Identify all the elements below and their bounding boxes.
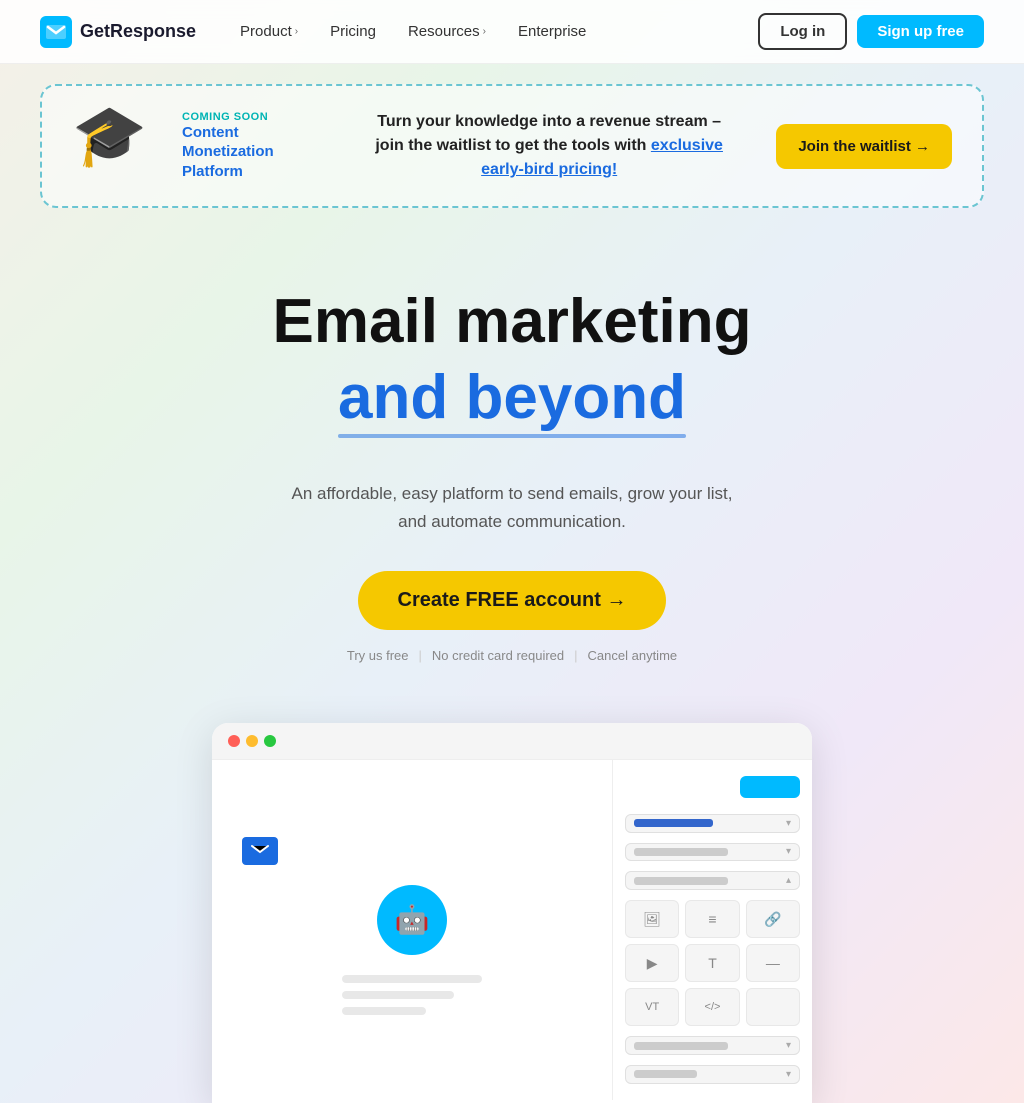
nav-enterprise[interactable]: Enterprise xyxy=(506,15,598,48)
app-field-1[interactable]: ▾ xyxy=(625,814,800,833)
logo-text: GetResponse xyxy=(80,21,196,42)
chevron-down-icon-5: ▾ xyxy=(786,1069,791,1080)
app-body: 🤖 ▾ ▾ xyxy=(212,760,812,1100)
banner-icon-area: 🎓 xyxy=(72,106,162,186)
app-field-4[interactable]: ▾ xyxy=(625,1036,800,1055)
signup-button[interactable]: Sign up free xyxy=(857,15,984,48)
chevron-icon: › xyxy=(483,26,486,37)
banner-description: Turn your knowledge into a revenue strea… xyxy=(342,110,756,182)
grid-btn-code[interactable]: </> xyxy=(685,988,739,1026)
app-field-2[interactable]: ▾ xyxy=(625,843,800,862)
content-line-1 xyxy=(342,975,482,983)
grid-btn-heading[interactable]: T xyxy=(685,944,739,982)
field-text-blue xyxy=(634,819,713,827)
grid-btn-social[interactable]: VT xyxy=(625,988,679,1026)
chevron-down-icon-4: ▾ xyxy=(786,1040,791,1051)
chevron-up-icon: ▴ xyxy=(786,875,791,886)
grid-btn-link[interactable]: 🔗 xyxy=(746,900,800,938)
separator-1: | xyxy=(419,648,422,663)
hero-note: Try us free | No credit card required | … xyxy=(40,648,984,663)
app-content-lines xyxy=(342,975,482,1023)
grid-btn-more[interactable] xyxy=(746,988,800,1026)
field-text-gray xyxy=(634,848,728,856)
logo-icon xyxy=(40,16,72,48)
expand-dot xyxy=(264,735,276,747)
mail-icon xyxy=(242,837,278,865)
platform-title: ContentMonetizationPlatform xyxy=(182,123,322,182)
grid-btn-video[interactable]: ▶ xyxy=(625,944,679,982)
coming-soon-label: COMING SOON xyxy=(182,111,322,123)
app-field-3[interactable]: ▴ xyxy=(625,871,800,890)
hero-note-credit: No credit card required xyxy=(432,648,564,663)
close-dot xyxy=(228,735,240,747)
ai-chip-icon: 🤖 xyxy=(395,903,430,936)
chevron-down-icon: ▾ xyxy=(786,818,791,829)
app-screenshot: 🤖 ▾ ▾ xyxy=(212,723,812,1103)
promo-banner: 🎓 COMING SOON ContentMonetizationPlatfor… xyxy=(40,84,984,208)
app-right-header xyxy=(625,776,800,798)
create-account-button[interactable]: Create FREE account → xyxy=(358,571,667,630)
navbar: GetResponse Product › Pricing Resources … xyxy=(0,0,1024,64)
login-button[interactable]: Log in xyxy=(758,13,847,50)
grid-btn-text[interactable]: ≡ xyxy=(685,900,739,938)
ai-badge: 🤖 xyxy=(377,885,447,955)
app-field-5[interactable]: ▾ xyxy=(625,1065,800,1084)
content-line-3 xyxy=(342,1007,426,1015)
waitlist-button[interactable]: Join the waitlist → xyxy=(776,124,952,169)
hero-section: Email marketing and beyond An affordable… xyxy=(0,228,1024,693)
nav-pricing[interactable]: Pricing xyxy=(318,15,388,48)
hero-note-cancel: Cancel anytime xyxy=(588,648,678,663)
minimize-dot xyxy=(246,735,258,747)
hero-subtitle: and beyond xyxy=(338,364,686,432)
chevron-icon: › xyxy=(295,26,298,37)
app-editor-right: ▾ ▾ ▴ 🖼 ≡ 🔗 ▶ T — VT < xyxy=(612,760,812,1100)
app-toolbar-grid: 🖼 ≡ 🔗 ▶ T — VT </> xyxy=(625,900,800,1026)
hero-description: An affordable, easy platform to send ema… xyxy=(272,480,752,534)
field-text-4 xyxy=(634,1042,728,1050)
nav-resources[interactable]: Resources › xyxy=(396,15,498,48)
nav-links: Product › Pricing Resources › Enterprise xyxy=(228,15,758,48)
grid-btn-image[interactable]: 🖼 xyxy=(625,900,679,938)
banner-label-area: COMING SOON ContentMonetizationPlatform xyxy=(182,111,322,182)
hero-note-try: Try us free xyxy=(347,648,409,663)
app-editor-left: 🤖 xyxy=(212,760,612,1100)
app-titlebar xyxy=(212,723,812,760)
chevron-down-icon: ▾ xyxy=(786,846,791,857)
graduation-cap-icon: 🎓 xyxy=(72,102,147,169)
nav-product[interactable]: Product › xyxy=(228,15,310,48)
hero-title: Email marketing xyxy=(40,288,984,356)
field-text-5 xyxy=(634,1070,697,1078)
grid-btn-divider[interactable]: — xyxy=(746,944,800,982)
field-text-gray-2 xyxy=(634,877,728,885)
nav-actions: Log in Sign up free xyxy=(758,13,984,50)
content-line-2 xyxy=(342,991,454,999)
app-action-btn xyxy=(740,776,800,798)
logo[interactable]: GetResponse xyxy=(40,16,196,48)
separator-2: | xyxy=(574,648,577,663)
